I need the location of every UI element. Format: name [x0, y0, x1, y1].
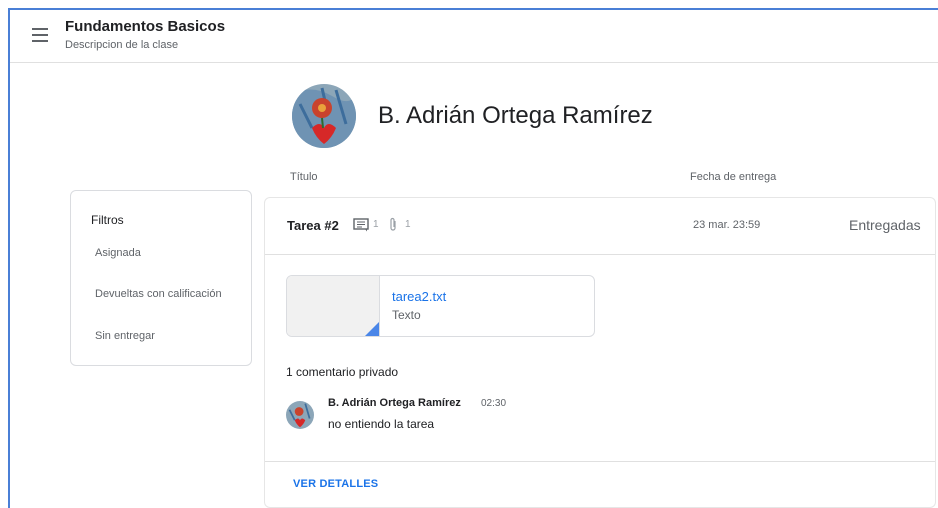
student-avatar [292, 84, 356, 148]
assignment-title[interactable]: Tarea #2 [287, 218, 339, 233]
private-comments-label: 1 comentario privado [286, 365, 399, 379]
attachment-filename[interactable]: tarea2.txt [392, 289, 446, 304]
attachment-icon [390, 217, 396, 231]
column-header-due-date: Fecha de entrega [690, 171, 777, 183]
comment-text: no entiendo la tarea [328, 417, 435, 431]
student-name: B. Adrián Ortega Ramírez [378, 102, 653, 129]
comment-time: 02:30 [481, 398, 507, 409]
filter-returned-graded[interactable]: Devueltas con calificación [95, 288, 222, 300]
view-details-button[interactable]: VER DETALLES [293, 478, 378, 490]
submission-status: Entregadas [849, 217, 921, 233]
comment-icon [353, 218, 369, 232]
doc-fold-icon [365, 322, 379, 336]
assignment-card: Tarea #2 1 1 23 mar. 23:59 Entregadas ta… [264, 197, 936, 508]
column-header-title: Título [290, 171, 318, 183]
comments-count: 1 [373, 219, 379, 230]
assignment-row[interactable]: Tarea #2 1 1 23 mar. 23:59 Entregadas [265, 198, 935, 255]
card-divider [265, 461, 935, 462]
filter-assigned[interactable]: Asignada [95, 247, 141, 259]
top-app-bar: Fundamentos Basicos Descripcion de la cl… [10, 10, 938, 63]
attachment-card[interactable]: tarea2.txt Texto [286, 275, 595, 337]
comment-author: B. Adrián Ortega Ramírez [328, 397, 461, 409]
hamburger-menu-icon[interactable] [32, 28, 48, 42]
class-description: Descripcion de la clase [65, 39, 179, 51]
filter-missing[interactable]: Sin entregar [95, 330, 155, 342]
class-title[interactable]: Fundamentos Basicos [65, 18, 225, 35]
assignment-due-date: 23 mar. 23:59 [693, 219, 761, 231]
file-thumbnail [287, 276, 380, 336]
filters-panel: Filtros Asignada Devueltas con calificac… [70, 190, 252, 366]
filters-title: Filtros [91, 213, 124, 227]
commenter-avatar [286, 401, 314, 429]
attachment-type: Texto [392, 308, 421, 322]
attachments-count: 1 [405, 219, 411, 230]
